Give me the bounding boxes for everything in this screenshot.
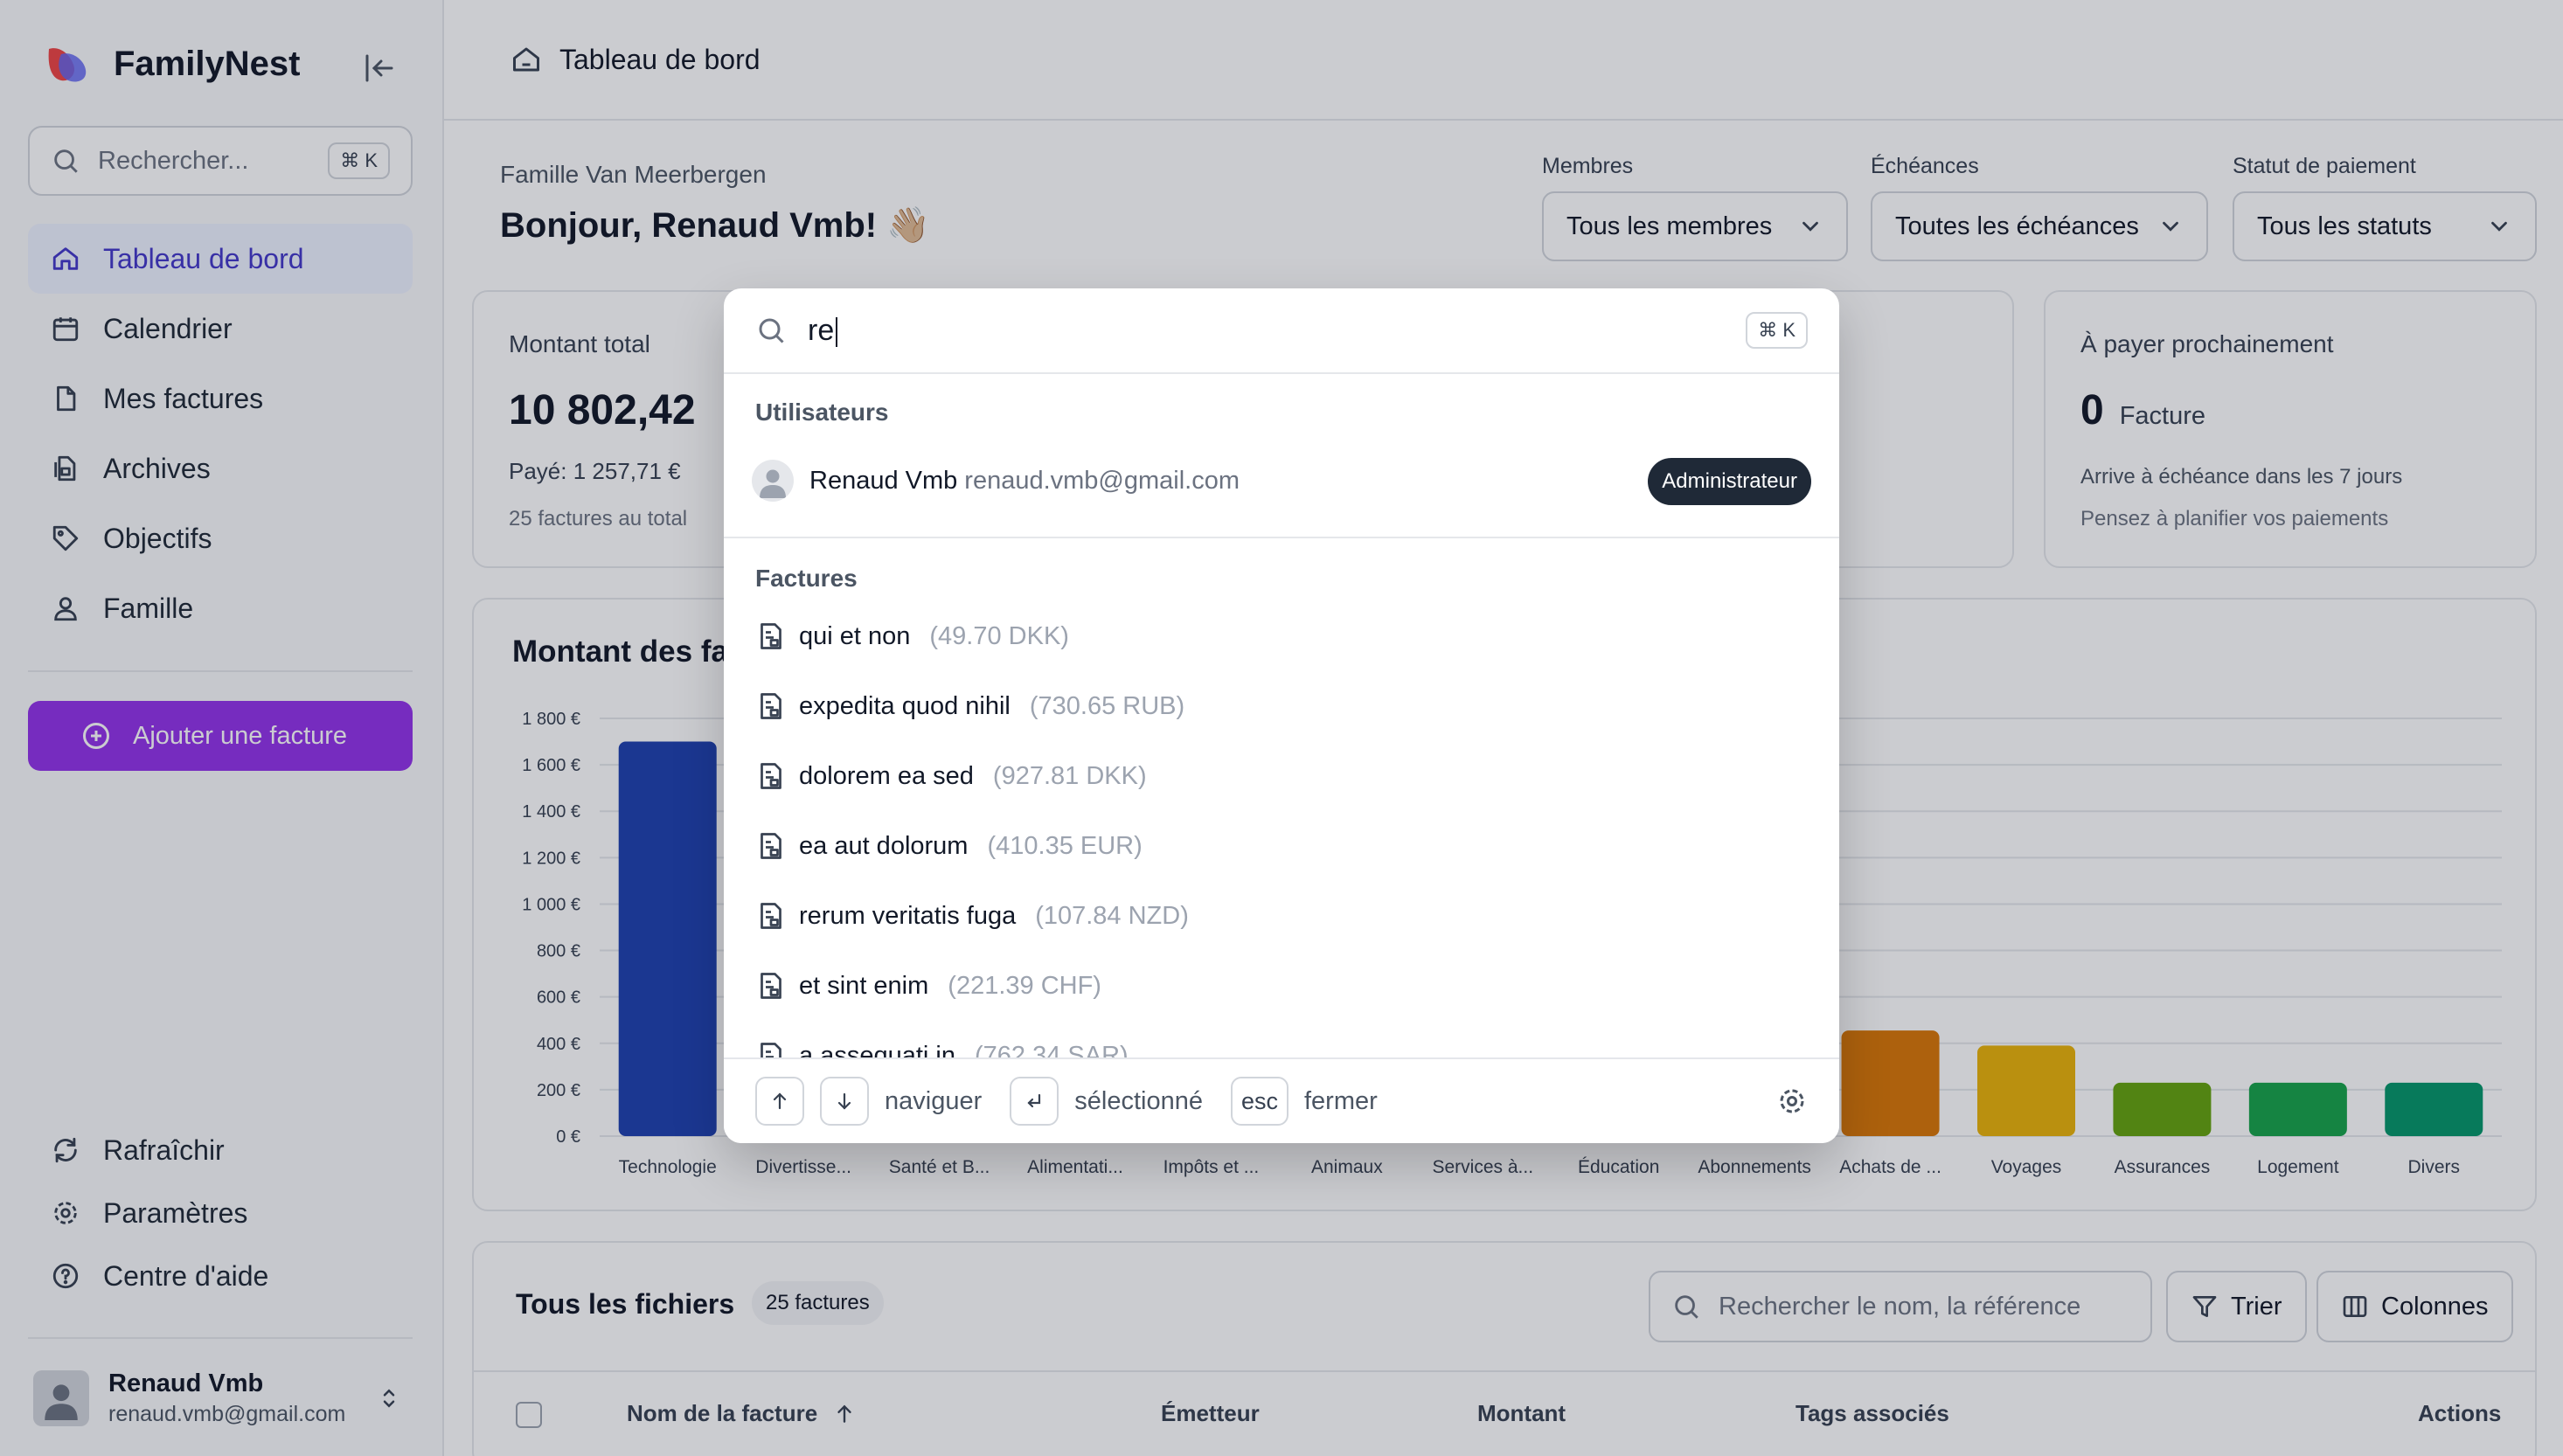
arrow-down-key-icon: [820, 1077, 869, 1126]
invoice-name: ea aut dolorum: [799, 831, 969, 860]
invoice-result[interactable]: dolorem ea sed (927.81 DKK): [752, 741, 1811, 811]
close-hint: fermer: [1304, 1086, 1378, 1115]
navigate-hint: naviguer: [885, 1086, 983, 1115]
role-badge: Administrateur: [1648, 458, 1811, 505]
command-search[interactable]: re ⌘ K: [724, 288, 1839, 374]
avatar: [752, 460, 794, 502]
invoice-amount: (927.81 DKK): [992, 761, 1147, 790]
search-icon: [759, 318, 784, 343]
invoice-icon: [761, 763, 781, 789]
app: FamilyNest Rechercher... ⌘ K Tableau de …: [0, 0, 2563, 1456]
user-result-name: Renaud Vmb: [809, 466, 958, 495]
user-result-email: renaud.vmb@gmail.com: [964, 466, 1240, 495]
invoice-name: qui et non: [799, 621, 911, 650]
palette-divider: [724, 537, 1839, 538]
invoice-result[interactable]: ea aut dolorum (410.35 EUR): [752, 811, 1811, 881]
enter-icon: [1027, 1093, 1041, 1108]
user-avatar-icon: [760, 469, 786, 498]
invoice-icon: [761, 623, 781, 649]
enter-key-icon: [1010, 1077, 1059, 1126]
command-palette: re ⌘ K Utilisateurs Renaud Vmb renaud.vm…: [724, 288, 1839, 1143]
invoice-name: et sint enim: [799, 971, 929, 1000]
invoice-icon: [761, 973, 781, 999]
invoices-section-title: Factures: [755, 565, 858, 592]
invoice-amount: (221.39 CHF): [948, 971, 1101, 1000]
arrow-up-icon: [773, 1092, 787, 1110]
invoice-result[interactable]: et sint enim (221.39 CHF): [752, 951, 1811, 1021]
invoice-name: rerum veritatis fuga: [799, 901, 1017, 930]
invoice-amount: (730.65 RUB): [1029, 691, 1185, 720]
invoice-amount: (49.70 DKK): [929, 621, 1069, 650]
users-section-title: Utilisateurs: [755, 399, 889, 426]
text-cursor: [836, 316, 838, 347]
esc-key: esc: [1230, 1077, 1288, 1126]
invoice-name: dolorem ea sed: [799, 761, 974, 790]
invoice-icon: [761, 833, 781, 859]
command-shortcut: ⌘ K: [1746, 312, 1808, 349]
invoice-amount: (410.35 EUR): [987, 831, 1143, 860]
invoice-result[interactable]: qui et non (49.70 DKK): [752, 601, 1811, 671]
invoice-name: expedita quod nihil: [799, 691, 1011, 720]
invoice-results: qui et non (49.70 DKK) expedita quod nihi…: [752, 601, 1811, 1064]
palette-footer: naviguer sélectionné esc fermer: [724, 1057, 1839, 1143]
command-search-value: re: [808, 313, 835, 347]
arrow-down-icon: [837, 1092, 851, 1110]
user-result[interactable]: Renaud Vmb renaud.vmb@gmail.com Administ…: [752, 451, 1811, 510]
invoice-result[interactable]: rerum veritatis fuga (107.84 NZD): [752, 881, 1811, 951]
select-hint: sélectionné: [1074, 1086, 1203, 1115]
invoice-icon: [761, 693, 781, 719]
invoice-icon: [761, 903, 781, 929]
invoice-amount: (107.84 NZD): [1035, 901, 1189, 930]
arrow-up-key-icon: [755, 1077, 804, 1126]
gear-icon[interactable]: [1776, 1085, 1808, 1117]
command-search-input[interactable]: re: [808, 314, 1725, 348]
invoice-result[interactable]: expedita quod nihil (730.65 RUB): [752, 671, 1811, 741]
